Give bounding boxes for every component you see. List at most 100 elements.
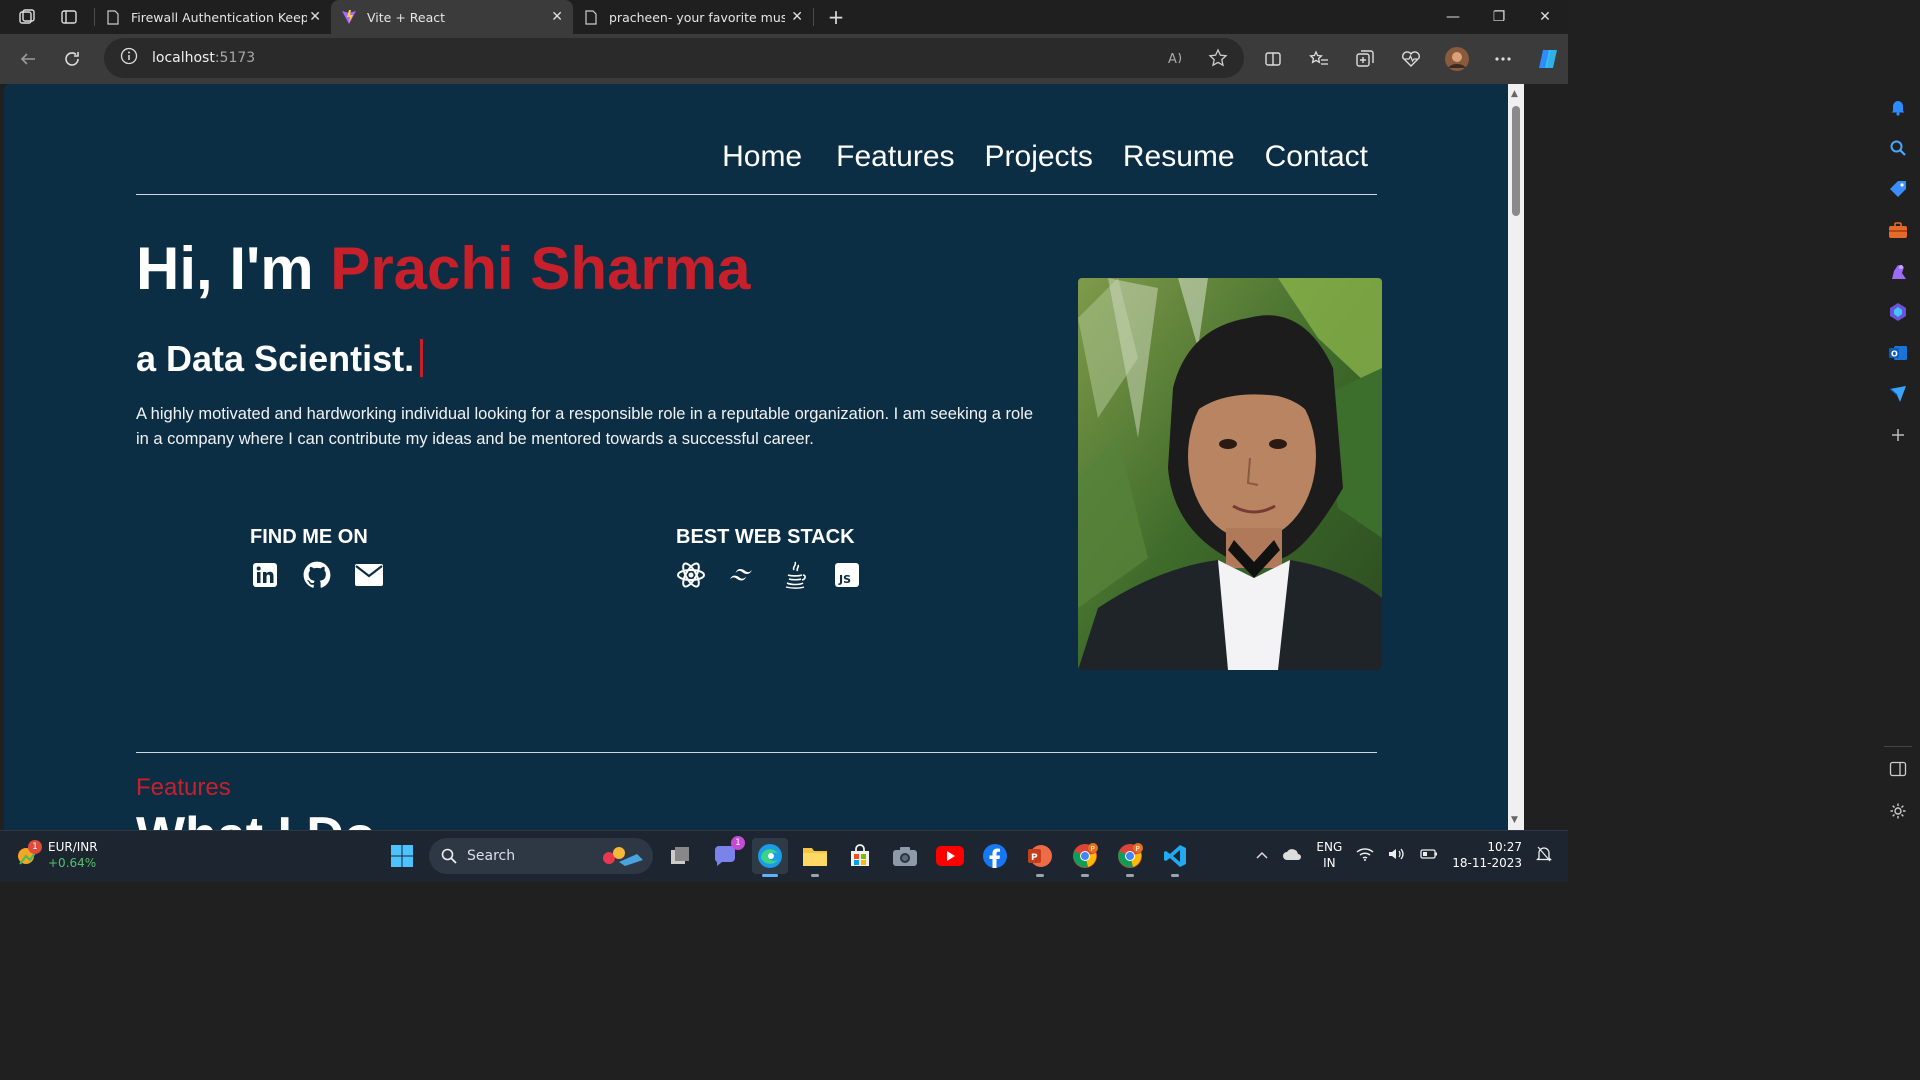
hero-bio: A highly motivated and hardworking indiv… xyxy=(136,405,1034,448)
language-indicator[interactable]: ENG IN xyxy=(1316,839,1342,871)
wifi-icon[interactable] xyxy=(1356,847,1374,864)
more-options-icon[interactable] xyxy=(1486,43,1520,75)
browser-essentials-icon[interactable] xyxy=(1394,43,1428,75)
tab-actions-icon[interactable] xyxy=(58,6,80,28)
stock-widget[interactable]: 1 EUR/INR +0.64% xyxy=(14,839,98,871)
scroll-thumb[interactable] xyxy=(1512,106,1520,216)
task-view-icon[interactable] xyxy=(662,838,698,874)
windows-taskbar: 1 EUR/INR +0.64% Search 1 P P P ENG IN 1… xyxy=(0,830,1568,882)
favorites-icon[interactable] xyxy=(1302,43,1336,75)
nav-resume[interactable]: Resume xyxy=(1123,140,1235,174)
add-sidebar-app-icon[interactable] xyxy=(1876,414,1920,455)
chrome-profile-2-icon[interactable]: P xyxy=(1112,838,1148,877)
page-viewport: Home Features Projects Resume Contact Hi… xyxy=(4,84,1508,830)
hero-role: a Data Scientist. xyxy=(136,338,424,380)
microsoft-365-icon[interactable] xyxy=(1876,291,1920,332)
features-label: Features xyxy=(136,774,231,801)
linkedin-icon[interactable] xyxy=(250,560,280,590)
copilot-icon[interactable] xyxy=(1532,43,1566,75)
header-divider xyxy=(136,194,1377,195)
section-divider xyxy=(136,752,1377,753)
tab-label: Firewall Authentication Keepalive xyxy=(131,9,307,25)
tab-bar: Firewall Authentication Keepalive ✕ Vite… xyxy=(0,0,1568,34)
features-heading: What I Do xyxy=(136,806,376,830)
search-icon[interactable] xyxy=(1876,127,1920,168)
email-icon[interactable] xyxy=(354,560,384,590)
vscode-icon[interactable] xyxy=(1157,838,1193,877)
back-arrow-icon[interactable] xyxy=(10,41,46,77)
close-window-icon[interactable]: ✕ xyxy=(1522,0,1568,34)
react-icon xyxy=(676,560,706,590)
close-tab-icon[interactable]: ✕ xyxy=(309,9,321,25)
url-field[interactable]: localhost:5173 A xyxy=(104,38,1244,78)
widget-title: EUR/INR xyxy=(48,840,98,854)
youtube-icon[interactable] xyxy=(932,838,968,874)
clock-date: 18-11-2023 xyxy=(1452,856,1522,870)
onedrive-icon[interactable] xyxy=(1282,847,1302,864)
show-hidden-icons[interactable] xyxy=(1256,848,1268,862)
file-explorer-icon[interactable] xyxy=(797,838,833,877)
address-bar: localhost:5173 A xyxy=(0,34,1568,84)
microsoft-store-icon[interactable] xyxy=(842,838,878,874)
site-info-icon[interactable] xyxy=(120,47,138,69)
camera-icon[interactable] xyxy=(887,838,923,874)
favorite-star-icon[interactable] xyxy=(1208,48,1228,72)
tab-pracheen[interactable]: pracheen- your favorite music is ✕ xyxy=(573,0,813,34)
close-tab-icon[interactable]: ✕ xyxy=(791,9,803,25)
tab-vite-react[interactable]: Vite + React ✕ xyxy=(331,0,573,34)
tab-firewall[interactable]: Firewall Authentication Keepalive ✕ xyxy=(95,0,331,34)
edge-browser-icon[interactable] xyxy=(752,838,788,877)
start-button[interactable] xyxy=(384,838,420,874)
url-text: localhost:5173 xyxy=(152,50,256,66)
social-links xyxy=(250,560,384,590)
svg-text:JS: JS xyxy=(838,573,851,586)
taskbar-apps: Search 1 P P P xyxy=(384,836,1193,877)
tech-stack-icons: JS xyxy=(676,560,862,590)
powerpoint-icon[interactable]: P xyxy=(1022,838,1058,877)
games-icon[interactable] xyxy=(1876,250,1920,291)
scroll-up-icon[interactable]: ▲ xyxy=(1511,89,1518,99)
profile-avatar[interactable] xyxy=(1440,43,1474,75)
battery-icon[interactable] xyxy=(1420,848,1438,863)
github-icon[interactable] xyxy=(302,560,332,590)
new-tab-button[interactable]: + xyxy=(824,5,848,29)
window-controls: — ❐ ✕ xyxy=(1430,0,1568,34)
tab-label: pracheen- your favorite music is xyxy=(609,9,785,25)
scroll-down-icon[interactable]: ▼ xyxy=(1511,815,1518,825)
nav-projects[interactable]: Projects xyxy=(985,140,1093,174)
workspaces-icon[interactable] xyxy=(16,6,38,28)
read-aloud-icon[interactable]: A xyxy=(1166,48,1186,72)
nav-features[interactable]: Features xyxy=(836,140,954,174)
close-tab-icon[interactable]: ✕ xyxy=(551,9,563,25)
drop-send-icon[interactable] xyxy=(1876,373,1920,414)
taskbar-search[interactable]: Search xyxy=(429,838,653,874)
shopping-tag-icon[interactable] xyxy=(1876,168,1920,209)
search-highlight-icon xyxy=(603,847,643,866)
page-icon xyxy=(105,9,121,25)
page-icon xyxy=(583,9,599,25)
facebook-icon[interactable] xyxy=(977,838,1013,874)
collections-icon[interactable] xyxy=(1348,43,1382,75)
outlook-icon[interactable]: O xyxy=(1876,332,1920,373)
nav-home[interactable]: Home xyxy=(722,140,802,174)
split-screen-icon[interactable] xyxy=(1256,43,1290,75)
hero-heading: Hi, I'm Prachi Sharma xyxy=(136,235,751,302)
tools-briefcase-icon[interactable] xyxy=(1876,209,1920,250)
minimize-icon[interactable]: — xyxy=(1430,0,1476,34)
notifications-icon[interactable] xyxy=(1876,86,1920,127)
java-icon xyxy=(780,560,810,590)
hide-sidebar-icon[interactable] xyxy=(1876,748,1920,789)
chrome-profile-1-icon[interactable]: P xyxy=(1067,838,1103,877)
notification-bell-icon[interactable] xyxy=(1535,845,1553,866)
nav-contact[interactable]: Contact xyxy=(1265,140,1368,174)
typing-caret xyxy=(420,339,424,377)
page-scrollbar[interactable]: ▲ ▼ xyxy=(1508,84,1524,830)
volume-icon[interactable] xyxy=(1388,847,1406,864)
restore-icon[interactable]: ❐ xyxy=(1476,0,1522,34)
browser-toolbar xyxy=(1256,43,1566,75)
settings-gear-icon[interactable] xyxy=(1876,790,1920,831)
clock[interactable]: 10:27 18-11-2023 xyxy=(1452,839,1522,871)
teams-chat-icon[interactable]: 1 xyxy=(707,836,745,874)
refresh-icon[interactable] xyxy=(54,41,90,77)
edge-sidebar: O xyxy=(1876,84,1920,830)
